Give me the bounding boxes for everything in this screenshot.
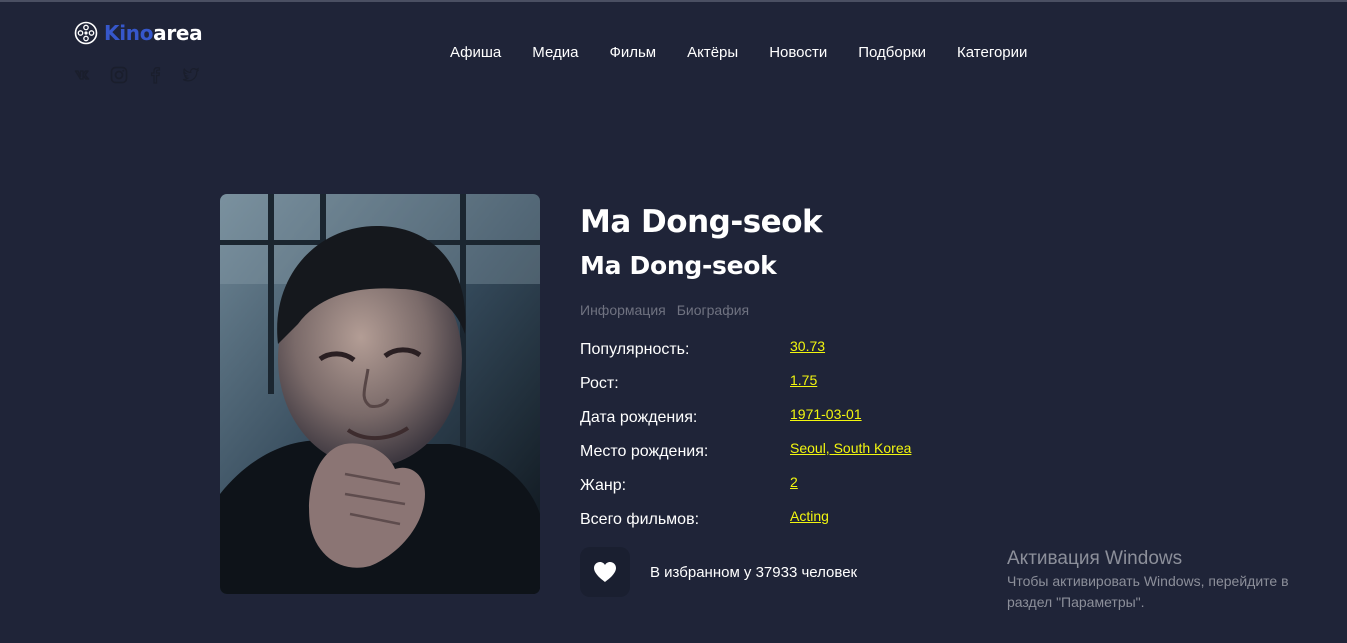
details-list: Популярность: 30.73 Рост: 1.75 Дата рожд… <box>580 338 1100 542</box>
detail-label: Место рождения: <box>580 443 709 460</box>
actor-portrait-image <box>220 194 540 594</box>
logo-text: Kinoarea <box>104 21 203 45</box>
logo[interactable]: Kinoarea <box>74 21 203 45</box>
detail-label: Жанр: <box>580 477 627 494</box>
windows-activation-watermark: Активация Windows Чтобы активировать Win… <box>1007 547 1289 613</box>
detail-row-height: Рост: 1.75 <box>580 372 1100 406</box>
film-reel-icon <box>74 21 98 45</box>
facebook-icon[interactable] <box>146 66 164 84</box>
heart-icon <box>594 562 616 582</box>
actor-original-name: Ma Dong-seok <box>580 251 777 280</box>
actor-name: Ma Dong-seok <box>580 204 823 240</box>
actor-info: Ma Dong-seok Ma Dong-seok Информация Био… <box>580 200 1100 542</box>
favorites-block: В избранном у 37933 человек <box>580 547 857 597</box>
nav-item-news[interactable]: Новости <box>769 44 827 61</box>
detail-value-link[interactable]: Acting <box>790 508 829 524</box>
nav-item-actors[interactable]: Актёры <box>687 44 738 61</box>
tab-information[interactable]: Информация <box>580 302 666 318</box>
detail-row-popularity: Популярность: 30.73 <box>580 338 1100 372</box>
detail-value-link[interactable]: 30.73 <box>790 338 825 354</box>
nav-item-media[interactable]: Медиа <box>532 44 578 61</box>
favorite-button[interactable] <box>580 547 630 597</box>
detail-label: Дата рождения: <box>580 409 698 426</box>
nav-item-collections[interactable]: Подборки <box>858 44 926 61</box>
vk-icon[interactable] <box>74 66 92 84</box>
detail-value-link[interactable]: Seoul, South Korea <box>790 440 911 456</box>
top-border <box>0 0 1347 2</box>
detail-row-total-films: Всего фильмов: Acting <box>580 508 1100 542</box>
watermark-title: Активация Windows <box>1007 548 1183 569</box>
detail-label: Популярность: <box>580 341 690 358</box>
twitter-icon[interactable] <box>182 66 200 84</box>
detail-value-link[interactable]: 1.75 <box>790 372 817 388</box>
watermark-line-2: раздел "Параметры". <box>1007 594 1145 610</box>
detail-label: Всего фильмов: <box>580 511 700 528</box>
social-links <box>74 66 200 84</box>
detail-value-link[interactable]: 2 <box>790 474 798 490</box>
watermark-line-1: Чтобы активировать Windows, перейдите в <box>1007 573 1289 589</box>
detail-row-genre: Жанр: 2 <box>580 474 1100 508</box>
main-nav: Афиша Медиа Фильм Актёры Новости Подборк… <box>450 44 1058 61</box>
nav-item-film[interactable]: Фильм <box>609 44 656 61</box>
detail-label: Рост: <box>580 375 619 392</box>
favorites-count-text: В избранном у 37933 человек <box>650 563 858 581</box>
actor-photo <box>220 194 540 594</box>
info-tabs: Информация Биография <box>580 302 1100 318</box>
detail-value-link[interactable]: 1971-03-01 <box>790 406 862 422</box>
nav-item-afisha[interactable]: Афиша <box>450 44 501 61</box>
detail-row-birthplace: Место рождения: Seoul, South Korea <box>580 440 1100 474</box>
instagram-icon[interactable] <box>110 66 128 84</box>
nav-item-categories[interactable]: Категории <box>957 44 1027 61</box>
tab-biography[interactable]: Биография <box>677 302 749 318</box>
detail-row-birthdate: Дата рождения: 1971-03-01 <box>580 406 1100 440</box>
